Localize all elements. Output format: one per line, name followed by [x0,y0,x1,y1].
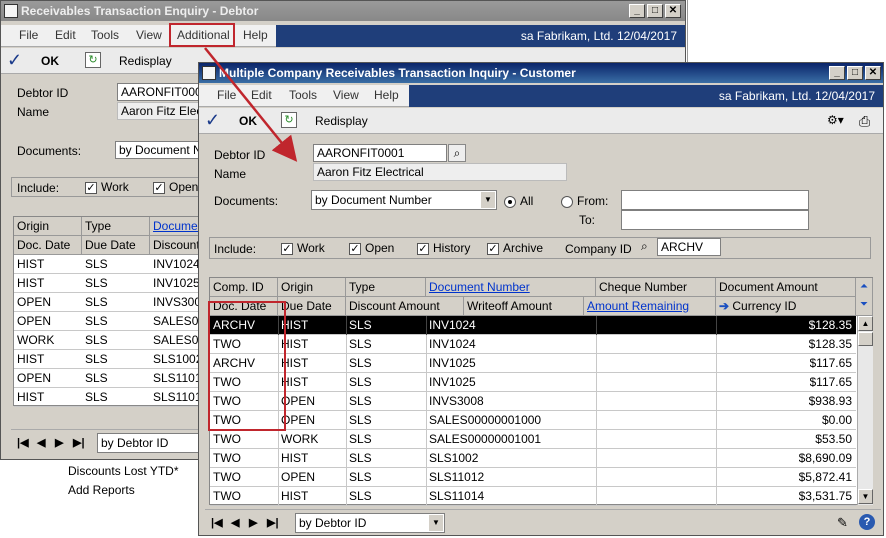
callout-arrow [204,47,298,162]
